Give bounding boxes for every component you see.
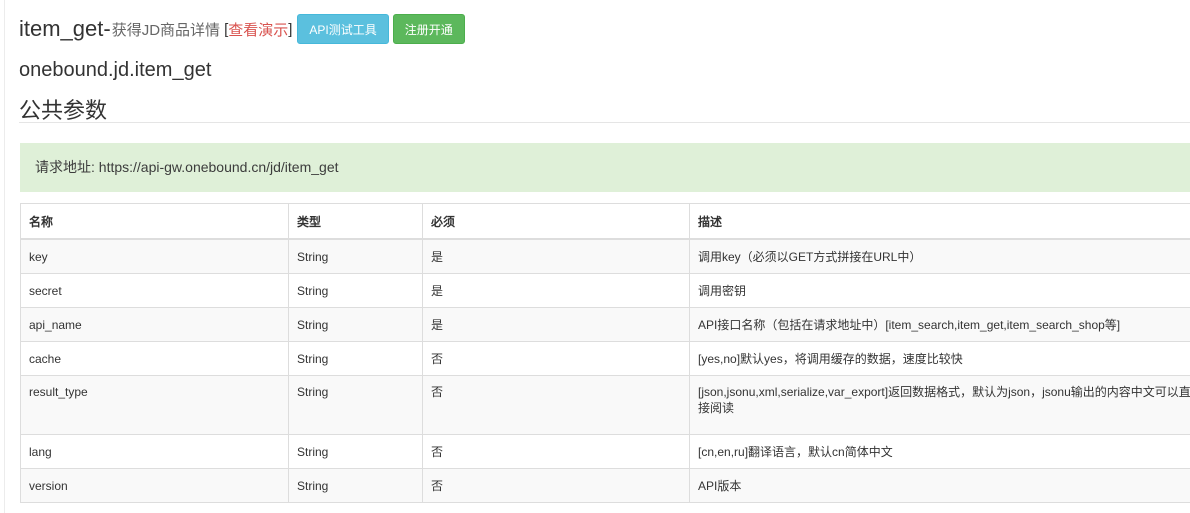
table-row: cache String 否 [yes,no]默认yes，将调用缓存的数据，速度… [20,341,1190,376]
param-type: String [288,434,423,469]
title-dash: - [103,16,111,41]
param-type: String [288,238,423,274]
section-divider [19,122,1190,123]
param-name: version [20,468,289,503]
param-required: 否 [422,375,690,435]
table-row: result_type String 否 [json,jsonu,xml,ser… [20,375,1190,435]
register-button[interactable]: 注册开通 [392,14,465,44]
param-name: key [20,238,289,274]
param-description: API版本 [689,468,1190,503]
param-type: String [288,468,423,503]
header-type: 类型 [288,203,423,240]
bracket-close: ] [288,20,293,38]
param-type: String [288,307,423,342]
param-name: cache [20,341,289,376]
view-demo-link[interactable]: 查看演示 [228,19,288,40]
param-required: 否 [422,341,690,376]
page-left-border [4,0,5,513]
param-name: api_name [20,307,289,342]
section-title: 公共参数 [19,98,108,123]
param-name: result_type [20,375,289,435]
param-name: secret [20,273,289,308]
param-type: String [288,375,423,435]
api-name: item_get [19,16,104,41]
table-row: secret String 是 调用密钥 [20,273,1190,308]
table-header-row: 名称 类型 必须 描述 [20,203,1190,240]
header-required: 必须 [422,203,690,240]
param-description: 调用key（必须以GET方式拼接在URL中） [689,238,1190,274]
table-row: api_name String 是 API接口名称（包括在请求地址中）[item… [20,307,1190,342]
param-required: 是 [422,238,690,274]
header-name: 名称 [20,203,289,240]
param-description: [yes,no]默认yes，将调用缓存的数据，速度比较快 [689,341,1190,376]
method-name: onebound.jd.item_get [19,59,212,81]
param-required: 否 [422,468,690,503]
param-name: lang [20,434,289,469]
request-url-text: 请求地址: https://api-gw.onebound.cn/jd/item… [35,159,339,175]
params-table: 名称 类型 必须 描述 key String 是 调用key（必须以GET方式拼… [20,203,1190,503]
api-title-row: item_get - 获得JD商品详情 [ 查看演示 ] API测试工具 注册开… [19,12,465,46]
header-description: 描述 [689,203,1190,240]
param-description: API接口名称（包括在请求地址中）[item_search,item_get,i… [689,307,1190,342]
param-required: 是 [422,273,690,308]
param-type: String [288,341,423,376]
param-description: [cn,en,ru]翻译语言，默认cn简体中文 [689,434,1190,469]
table-row: lang String 否 [cn,en,ru]翻译语言，默认cn简体中文 [20,434,1190,469]
param-description: 调用密钥 [689,273,1190,308]
param-required: 否 [422,434,690,469]
table-row: key String 是 调用key（必须以GET方式拼接在URL中） [20,238,1190,274]
param-required: 是 [422,307,690,342]
api-subtitle: 获得JD商品详情 [111,21,221,39]
request-url-alert: 请求地址: https://api-gw.onebound.cn/jd/item… [20,143,1190,192]
table-row: version String 否 API版本 [20,468,1190,503]
param-type: String [288,273,423,308]
api-test-tool-button[interactable]: API测试工具 [297,14,389,44]
param-description: [json,jsonu,xml,serialize,var_export]返回数… [689,375,1190,435]
